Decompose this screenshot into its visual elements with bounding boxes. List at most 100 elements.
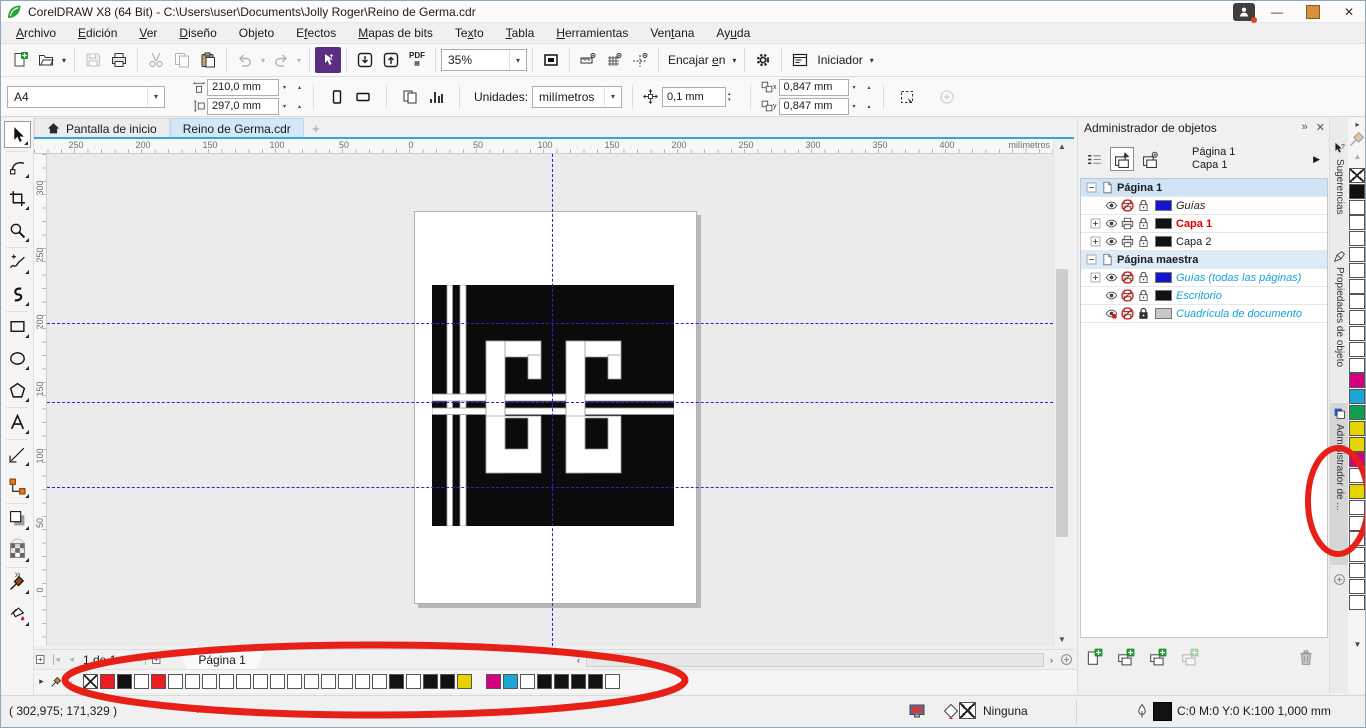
color-swatch[interactable] xyxy=(1349,579,1365,594)
color-swatch[interactable] xyxy=(1349,231,1365,246)
color-swatch[interactable] xyxy=(1349,547,1365,562)
color-swatch[interactable] xyxy=(202,674,217,689)
color-swatch[interactable] xyxy=(406,674,421,689)
parallel-dimension-tool[interactable] xyxy=(4,441,31,468)
redo-button[interactable] xyxy=(268,47,294,73)
current-page-button[interactable] xyxy=(423,84,449,110)
page-height-field[interactable]: 297,0 mm xyxy=(207,98,279,115)
add-page-end-button[interactable] xyxy=(150,651,165,669)
undo-button[interactable] xyxy=(232,47,258,73)
color-swatch[interactable] xyxy=(1349,484,1365,499)
visibility-eye-icon[interactable] xyxy=(1105,217,1119,231)
menu-item-archivo[interactable]: Archivo xyxy=(5,23,67,43)
options-gear-button[interactable] xyxy=(750,47,776,73)
color-swatch[interactable] xyxy=(1349,326,1365,341)
new-layer-button[interactable] xyxy=(1114,645,1138,669)
docker-flyout-arrow[interactable]: ▶ xyxy=(1313,154,1320,165)
next-page-button[interactable]: ▸ xyxy=(120,651,135,669)
color-proof-icon[interactable] xyxy=(909,703,925,719)
expand-icon[interactable] xyxy=(1089,217,1103,231)
palette-scroll-down[interactable]: ▼ xyxy=(1348,638,1366,651)
preset-dropdown-arrow[interactable]: ▾ xyxy=(147,87,164,107)
docker-close-button[interactable]: ✕ xyxy=(1316,121,1325,134)
color-swatch[interactable] xyxy=(1349,595,1365,610)
docker-tab-administrador-de-[interactable]: Administrador de ... xyxy=(1330,403,1349,565)
open-button[interactable] xyxy=(33,47,59,73)
layer-manager-view-button[interactable] xyxy=(1138,147,1162,171)
menu-item-ver[interactable]: Ver xyxy=(128,23,168,43)
paste-button[interactable] xyxy=(195,47,221,73)
docker-collapse-button[interactable]: » xyxy=(1302,121,1308,134)
color-swatch[interactable] xyxy=(389,674,404,689)
zoom-level-select[interactable]: 35%▾ xyxy=(441,49,527,71)
color-swatch[interactable] xyxy=(537,674,552,689)
layer-row[interactable]: Cuadrícula de documento xyxy=(1081,305,1327,323)
horizontal-ruler[interactable]: 25020015010050050100150200250300350400mi… xyxy=(34,139,1053,154)
edit-across-layers-button[interactable] xyxy=(1110,147,1134,171)
nudge-spinner[interactable]: ▴▾ xyxy=(726,91,740,103)
scroll-up-arrow[interactable]: ▲ xyxy=(1054,139,1070,153)
restore-button[interactable] xyxy=(1299,2,1327,21)
color-swatch[interactable] xyxy=(1349,310,1365,325)
duplicate-y-field[interactable]: 0,847 mm xyxy=(779,98,849,115)
scroll-left-arrow[interactable]: ‹ xyxy=(571,651,586,669)
snap-to-label[interactable]: Encajar en xyxy=(668,53,725,67)
tab-document[interactable]: Reino de Germa.cdr xyxy=(170,118,304,138)
expand-icon[interactable] xyxy=(1089,271,1103,285)
vertical-guideline[interactable] xyxy=(552,154,553,646)
page-width-spinner[interactable]: ▾▴ xyxy=(281,84,303,91)
color-swatch[interactable] xyxy=(355,674,370,689)
first-page-button[interactable]: ◂ xyxy=(49,651,64,669)
color-swatch[interactable] xyxy=(1349,468,1365,483)
tab-welcome-screen[interactable]: Pantalla de inicio xyxy=(34,118,170,138)
color-swatch[interactable] xyxy=(151,674,166,689)
page-tab[interactable]: Página 1 xyxy=(179,650,264,670)
color-swatch[interactable] xyxy=(1349,342,1365,357)
color-swatch[interactable] xyxy=(457,674,472,689)
printable-icon[interactable] xyxy=(1121,235,1135,249)
add-plus-button[interactable] xyxy=(934,84,960,110)
new-page-button[interactable] xyxy=(1082,645,1106,669)
color-swatch[interactable] xyxy=(1349,200,1365,215)
visibility-eye-icon[interactable] xyxy=(1105,307,1119,321)
color-swatch[interactable] xyxy=(1349,215,1365,230)
drop-shadow-tool[interactable] xyxy=(4,505,31,532)
last-page-button[interactable]: ▸ xyxy=(135,651,150,669)
horizontal-guideline-3[interactable] xyxy=(47,487,1053,488)
previous-page-button[interactable]: ◂ xyxy=(64,651,79,669)
rectangle-tool[interactable] xyxy=(4,313,31,340)
page-width-field[interactable]: 210,0 mm xyxy=(207,79,279,96)
color-swatch[interactable] xyxy=(304,674,319,689)
color-swatch[interactable] xyxy=(1349,421,1365,436)
layer-page-header[interactable]: Página 1 xyxy=(1081,179,1327,197)
freehand-tool[interactable] xyxy=(4,249,31,276)
layer-color-swatch[interactable] xyxy=(1155,272,1172,283)
outline-color-swatch[interactable] xyxy=(1153,702,1172,721)
menu-item-ayuda[interactable]: Ayuda xyxy=(705,23,761,43)
duplicate-x-field[interactable]: 0,847 mm xyxy=(779,79,849,96)
new-document-button[interactable] xyxy=(7,47,33,73)
whats-new-button[interactable] xyxy=(315,47,341,73)
palette-eyedropper-icon[interactable] xyxy=(49,673,64,691)
color-swatch[interactable] xyxy=(1349,563,1365,578)
color-swatch[interactable] xyxy=(554,674,569,689)
layer-row[interactable]: Guías (todas las páginas) xyxy=(1081,269,1327,287)
scroll-down-arrow[interactable]: ▼ xyxy=(1054,632,1070,646)
color-swatch[interactable] xyxy=(520,674,535,689)
no-color-swatch[interactable] xyxy=(83,674,98,689)
color-swatch[interactable] xyxy=(1349,500,1365,515)
menu-item-edici-n[interactable]: Edición xyxy=(67,23,128,43)
pick-tool[interactable] xyxy=(4,121,31,148)
zoom-tool[interactable] xyxy=(4,217,31,244)
lock-edit-icon[interactable] xyxy=(1137,199,1151,213)
undo-dropdown-arrow[interactable]: ▾ xyxy=(258,47,268,73)
printable-icon[interactable] xyxy=(1121,271,1135,285)
outline-pen-icon[interactable] xyxy=(1134,703,1150,719)
new-master-layer-button[interactable] xyxy=(1146,645,1170,669)
copy-button[interactable] xyxy=(169,47,195,73)
duplicate-x-spinner[interactable]: ▾▴ xyxy=(851,84,873,91)
units-select[interactable]: milímetros▾ xyxy=(532,86,622,108)
color-swatch[interactable] xyxy=(1349,373,1365,388)
color-swatch[interactable] xyxy=(168,674,183,689)
duplicate-layer-button[interactable] xyxy=(1178,645,1202,669)
